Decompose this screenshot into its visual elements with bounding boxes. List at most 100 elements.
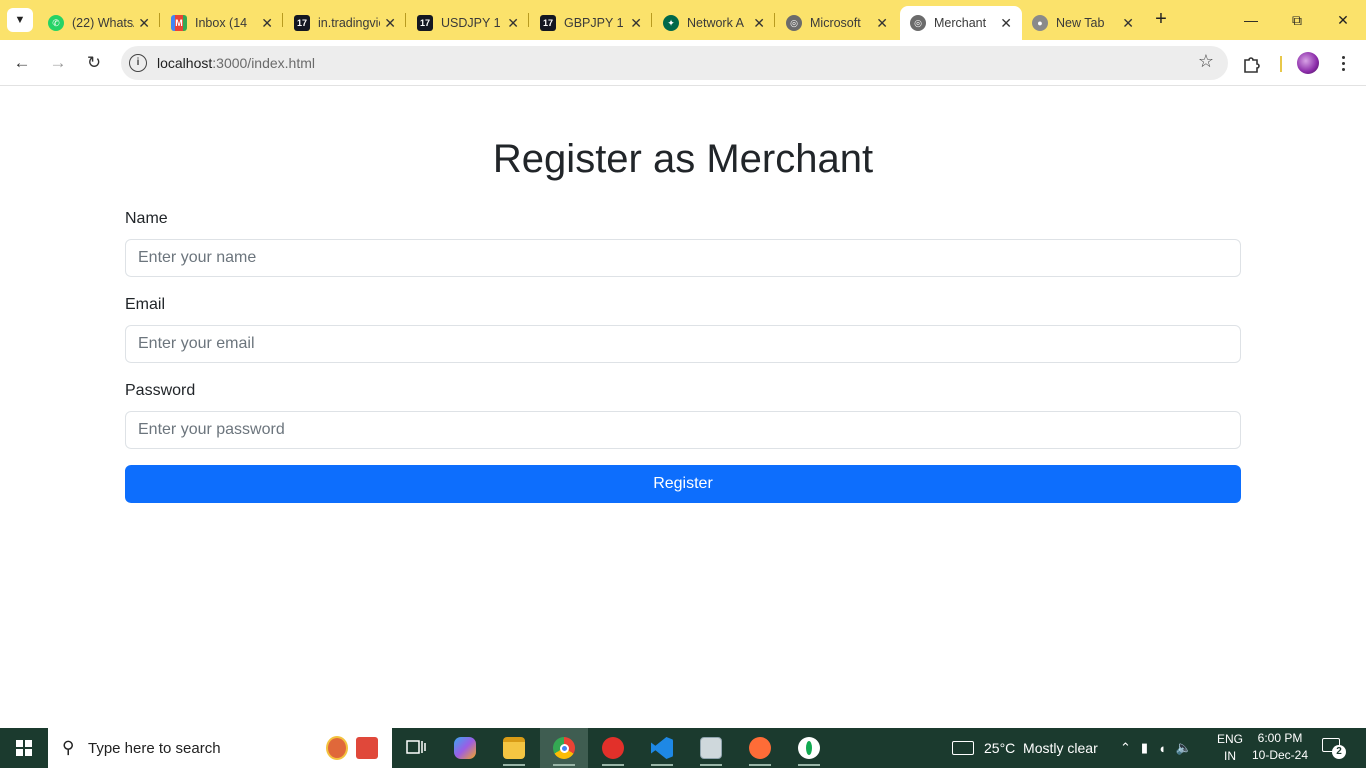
chevron-down-icon: ▼ (14, 14, 26, 26)
wifi-icon[interactable]: ◖ (1158, 741, 1166, 756)
bookmark-star-icon[interactable]: ☆ (1198, 51, 1214, 72)
tab-whatsapp[interactable]: ✆ (22) WhatsApp ✕ (38, 6, 160, 40)
tab-separator (405, 13, 406, 27)
weather-icon (952, 741, 974, 755)
tab-microsoft[interactable]: ◎ Microsoft ✕ (776, 6, 898, 40)
close-icon[interactable]: ✕ (261, 15, 273, 31)
task-view-icon[interactable] (392, 728, 440, 768)
tab-title: in.tradingview (318, 16, 380, 30)
chevron-up-icon[interactable]: ⌃ (1120, 740, 1131, 756)
mongodb-compass-icon[interactable] (785, 728, 833, 768)
merchant-register-form: Name Email Password Register (125, 208, 1241, 503)
tradingview-icon: 17 (540, 15, 556, 31)
app-red-icon[interactable] (589, 728, 637, 768)
tab-separator (528, 13, 529, 27)
back-button[interactable]: ← (7, 48, 37, 78)
browser-tab-strip: ▼ ✆ (22) WhatsApp ✕ M Inbox (14 ✕ 17 in.… (0, 0, 1366, 40)
vscode-icon[interactable] (638, 728, 686, 768)
tab-separator (774, 13, 775, 27)
arrow-right-icon: → (49, 53, 67, 72)
tab-title: USDJPY 1 (441, 16, 501, 30)
name-input[interactable] (125, 239, 1241, 277)
gift-icon[interactable] (356, 737, 378, 759)
url-path: :3000/index.html (212, 55, 315, 71)
tab-search-button[interactable]: ▼ (7, 8, 33, 32)
close-icon[interactable]: ✕ (507, 15, 519, 31)
language-indicator[interactable]: ENG IN (1214, 731, 1246, 765)
globe-icon: ◎ (786, 15, 802, 31)
tab-title: New Tab (1056, 16, 1105, 30)
tab-merchant[interactable]: ◎ Merchant ✕ (900, 6, 1022, 40)
site-info-icon[interactable]: i (129, 54, 147, 72)
taskbar-search-box[interactable]: ⚲ Type here to search (48, 728, 392, 768)
email-label: Email (125, 296, 166, 313)
name-field-group: Name (125, 208, 1241, 294)
copilot-icon[interactable] (441, 728, 489, 768)
password-input[interactable] (125, 411, 1241, 449)
clock-date: 10-Dec-24 (1251, 748, 1309, 762)
globe-icon: ◎ (910, 15, 926, 31)
close-icon[interactable]: ✕ (1122, 15, 1134, 31)
close-icon[interactable]: ✕ (138, 15, 150, 31)
tab-new-tab[interactable]: ● New Tab ✕ (1022, 6, 1144, 40)
url-text[interactable]: localhost:3000/index.html (157, 55, 315, 71)
notification-center-button[interactable]: 2 (1322, 738, 1346, 759)
tab-separator (282, 13, 283, 27)
tab-gbpjpy[interactable]: 17 GBPJPY 1 ✕ (530, 6, 652, 40)
browser-toolbar: ← → ↻ i localhost:3000/index.html ☆ (0, 40, 1366, 86)
arrow-left-icon: ← (13, 53, 31, 72)
weather-widget[interactable]: 25°C Mostly clear (952, 728, 1098, 768)
window-close-button[interactable]: ✕ (1320, 0, 1366, 40)
gmail-icon: M (171, 15, 187, 31)
new-tab-button[interactable]: + (1150, 8, 1172, 32)
forward-button[interactable]: → (43, 48, 73, 78)
language-code: ENG (1216, 732, 1243, 746)
tab-usdjpy[interactable]: 17 USDJPY 1 ✕ (407, 6, 529, 40)
email-input[interactable] (125, 325, 1241, 363)
system-tray: ⌃ ▮ ◖ 🔈 (1120, 728, 1192, 768)
tab-title: GBPJPY 1 (564, 16, 624, 30)
password-field-group: Password (125, 380, 1241, 466)
tab-gmail[interactable]: M Inbox (14 ✕ (161, 6, 283, 40)
start-button[interactable] (0, 728, 48, 768)
page-title: Register as Merchant (492, 137, 874, 181)
windows-logo-icon (16, 740, 32, 756)
browser-menu-button[interactable] (1334, 52, 1352, 74)
tab-separator (159, 13, 160, 27)
battery-icon[interactable]: ▮ (1141, 740, 1148, 756)
address-bar[interactable]: i localhost:3000/index.html ☆ (121, 46, 1228, 80)
close-icon[interactable]: ✕ (753, 15, 765, 31)
minimize-button[interactable]: — (1228, 0, 1274, 40)
close-icon[interactable]: ✕ (876, 15, 888, 31)
volume-icon[interactable]: 🔈 (1176, 740, 1192, 756)
close-icon[interactable]: ✕ (1000, 15, 1012, 31)
page-content: Register as Merchant Name Email Password… (0, 87, 1366, 728)
weather-text: 25°C Mostly clear (984, 740, 1098, 756)
toolbar-divider (1280, 56, 1282, 72)
profile-avatar[interactable] (1297, 52, 1319, 74)
email-field-group: Email (125, 294, 1241, 380)
chrome-icon[interactable] (540, 728, 588, 768)
password-label: Password (125, 382, 196, 399)
tab-tradingview[interactable]: 17 in.tradingview ✕ (284, 6, 406, 40)
restore-button[interactable]: ⧉ (1274, 0, 1320, 40)
file-explorer-icon[interactable] (490, 728, 538, 768)
app-gray-icon[interactable] (687, 728, 735, 768)
alarm-clock-icon[interactable] (326, 736, 348, 760)
tab-network-access[interactable]: ✦ Network A ✕ (653, 6, 775, 40)
register-button[interactable]: Register (125, 465, 1241, 503)
close-icon[interactable]: ✕ (384, 15, 396, 31)
extensions-icon[interactable] (1242, 54, 1262, 74)
reload-button[interactable]: ↻ (79, 48, 109, 78)
tradingview-icon: 17 (417, 15, 433, 31)
minimize-icon: — (1244, 12, 1258, 28)
region-code: IN (1224, 749, 1236, 763)
reload-icon: ↻ (86, 53, 102, 72)
close-icon[interactable]: ✕ (630, 15, 642, 31)
notification-badge: 2 (1332, 745, 1346, 759)
close-icon: ✕ (1337, 11, 1349, 28)
url-host: localhost (157, 55, 213, 71)
taskbar-clock[interactable]: 6:00 PM 10-Dec-24 (1250, 730, 1310, 764)
tab-title: Inbox (14 (195, 16, 248, 30)
postman-icon[interactable] (736, 728, 784, 768)
